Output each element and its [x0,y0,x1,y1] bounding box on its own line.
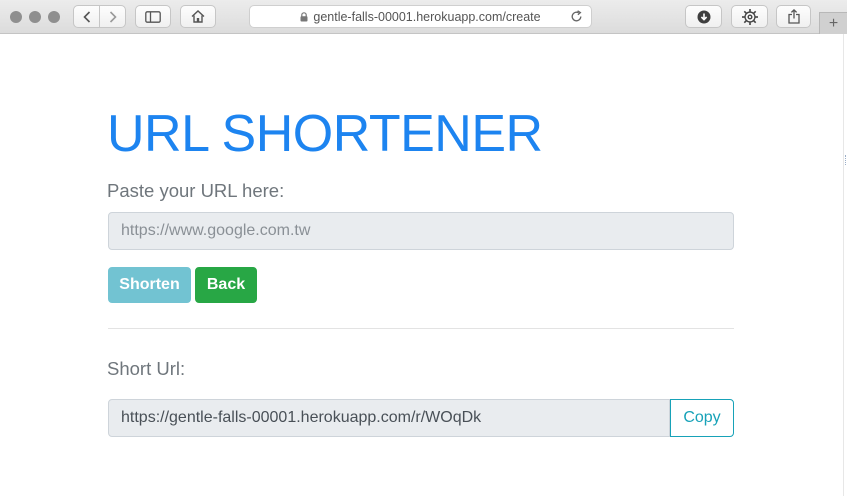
new-tab-button[interactable]: + [819,12,847,34]
share-icon [787,9,800,24]
settings-button[interactable] [731,5,768,28]
short-url-value: https://gentle-falls-00001.herokuapp.com… [121,409,482,426]
downloads-button[interactable] [685,5,722,28]
sidebar-icon [145,10,161,23]
back-button[interactable]: Back [195,267,257,303]
minimize-window-button[interactable] [29,11,41,23]
url-input[interactable]: https://www.google.com.tw [108,212,734,250]
gear-icon [741,8,758,25]
new-tab-icon: + [828,14,839,32]
address-bar[interactable]: gentle-falls-00001.herokuapp.com/create [249,5,592,28]
copy-button[interactable]: Copy [670,399,734,437]
home-button[interactable] [180,5,216,28]
share-button[interactable] [776,5,811,28]
short-url-group: https://gentle-falls-00001.herokuapp.com… [108,399,734,437]
close-window-button[interactable] [10,11,22,23]
url-input-placeholder: https://www.google.com.tw [121,222,311,239]
page-title: URL SHORTENER [107,105,543,163]
reload-icon[interactable] [570,10,583,23]
url-label: Paste your URL here: [107,180,285,201]
short-url-label: Short Url: [107,358,186,379]
forward-icon [109,10,117,23]
back-nav-button[interactable] [74,6,99,27]
home-icon [191,10,205,23]
forward-nav-button[interactable] [99,6,125,27]
divider [108,328,734,329]
address-url: gentle-falls-00001.herokuapp.com/create [313,9,541,24]
browser-toolbar: gentle-falls-00001.herokuapp.com/create … [0,0,847,34]
scrollbar-track[interactable] [843,34,847,496]
sidebar-button[interactable] [135,5,171,28]
navigation-buttons [73,5,126,28]
lock-icon [300,11,308,22]
short-url-field[interactable]: https://gentle-falls-00001.herokuapp.com… [108,399,670,437]
maximize-window-button[interactable] [48,11,60,23]
download-icon [697,10,710,23]
back-icon [82,10,90,23]
shorten-button[interactable]: Shorten [108,267,191,303]
